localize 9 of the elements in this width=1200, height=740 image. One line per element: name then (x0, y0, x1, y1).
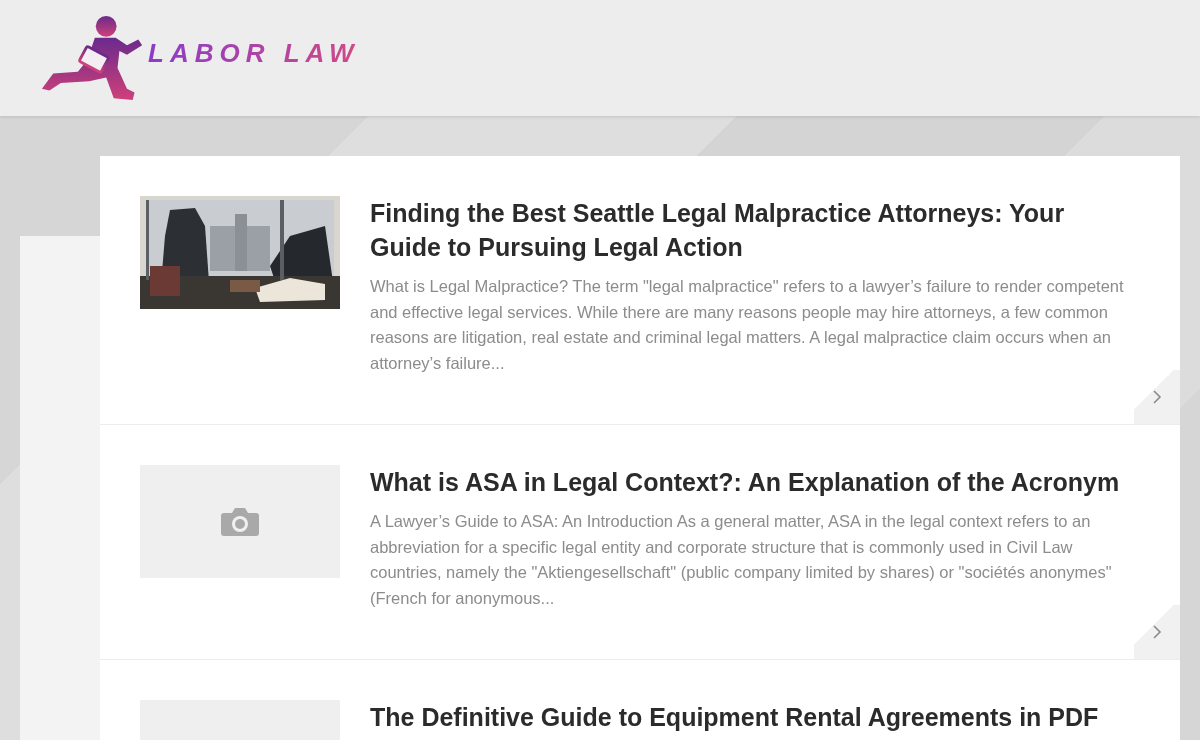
article-excerpt: A Lawyer’s Guide to ASA: An Introduction As a general matter, ASA in the legal context refers to an abbreviation for a specific legal entity and corporate structure that is commonly used in Civil Law countries, namely the "Aktiengesellschaft" (public company limited by shares) or "sociétés anonymes" (French for anonymous... (370, 511, 1113, 609)
article-title[interactable]: The Definitive Guide to Equipment Rental Agreements in PDF (370, 700, 1140, 734)
image-placeholder[interactable] (140, 465, 340, 578)
article-title[interactable]: What is ASA in Legal Context?: An Explanation of the Acronym (370, 465, 1140, 499)
camera-icon (220, 506, 260, 537)
article-title[interactable]: Finding the Best Seattle Legal Malpractice Attorneys: Your Guide to Pursuing Legal Action (370, 196, 1140, 264)
chevron-right-icon (1152, 389, 1162, 405)
chevron-right-icon (1152, 624, 1162, 640)
article-excerpt: What is Legal Malpractice? The term "legal malpractice" refers to a lawyer’s failure to render competent and effective legal services. While there are many reasons people may hire attorneys, a few common reasons are litigation, real estate and criminal legal matters. A legal malpractice claim occurs when an attorney’s failure... (370, 276, 1125, 374)
